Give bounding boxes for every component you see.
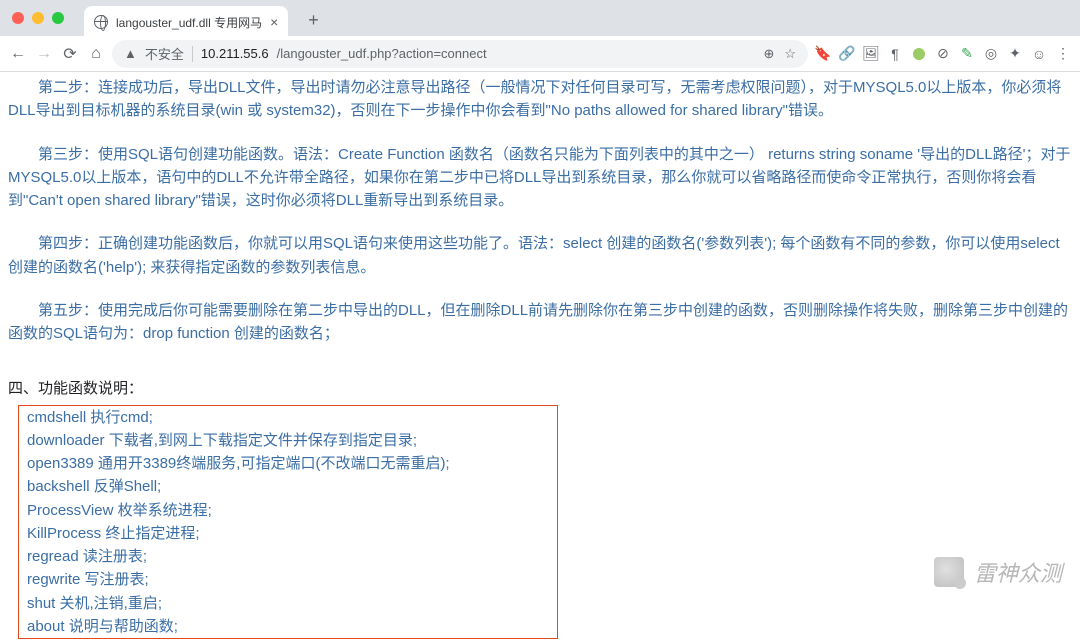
extension-image-icon[interactable]: 🖼 (862, 45, 880, 63)
extension-paragraph-icon[interactable]: ¶ (886, 45, 904, 63)
func-item: backshell 反弹Shell; (27, 475, 549, 498)
address-bar[interactable]: ▲ 不安全 10.211.55.6/langouster_udf.php?act… (112, 40, 808, 68)
back-button[interactable]: ← (8, 45, 28, 63)
warning-icon: ▲ (124, 46, 137, 61)
home-button[interactable]: ⌂ (86, 45, 106, 63)
func-item: downloader 下载者,到网上下载指定文件并保存到指定目录; (27, 429, 549, 452)
page-content: 第二步：连接成功后，导出DLL文件，导出时请勿必注意导出路径（一般情况下对任何目… (0, 72, 1080, 643)
func-item: ProcessView 枚举系统进程; (27, 499, 549, 522)
extensions-puzzle-icon[interactable]: ✦ (1006, 45, 1024, 63)
profile-avatar-icon[interactable]: ☺ (1030, 45, 1048, 63)
browser-toolbar: ← → ⟳ ⌂ ▲ 不安全 10.211.55.6/langouster_udf… (0, 36, 1080, 72)
url-host: 10.211.55.6 (201, 46, 269, 61)
browser-titlebar: langouster_udf.dll 专用网马 × + (0, 0, 1080, 36)
zoom-icon[interactable]: ⊕ (763, 46, 774, 62)
url-actions: ⊕ ☆ (763, 46, 796, 62)
extension-link-icon[interactable]: 🔗 (838, 45, 856, 63)
func-item: KillProcess 终止指定进程; (27, 522, 549, 545)
extensions-row: 🔖 🔗 🖼 ¶ ⊘ ✎ ◎ ✦ ☺ ⋮ (814, 45, 1072, 63)
section-4-title: 四、功能函数说明： (8, 377, 1072, 400)
window-controls (12, 12, 64, 24)
maximize-window-button[interactable] (52, 12, 64, 24)
bookmark-star-icon[interactable]: ☆ (784, 46, 796, 62)
minimize-window-button[interactable] (32, 12, 44, 24)
watermark-text: 雷神众测 (974, 556, 1062, 588)
forward-button[interactable]: → (34, 45, 54, 63)
extension-leaf-icon[interactable]: ✎ (958, 45, 976, 63)
browser-tab[interactable]: langouster_udf.dll 专用网马 × (84, 6, 288, 38)
close-window-button[interactable] (12, 12, 24, 24)
overflow-menu-icon[interactable]: ⋮ (1054, 45, 1072, 63)
close-tab-button[interactable]: × (270, 15, 278, 29)
step-3-text: 第三步：使用SQL语句创建功能函数。语法：Create Function 函数名… (8, 143, 1072, 213)
tab-title: langouster_udf.dll 专用网马 (116, 14, 262, 31)
globe-icon (94, 15, 108, 29)
function-list-box: cmdshell 执行cmd; downloader 下载者,到网上下载指定文件… (18, 405, 558, 640)
url-path: /langouster_udf.php?action=connect (277, 46, 487, 61)
url-separator (192, 46, 193, 62)
step-5-text: 第五步：使用完成后你可能需要删除在第二步中导出的DLL，但在删除DLL前请先删除… (8, 299, 1072, 346)
step-2-text: 第二步：连接成功后，导出DLL文件，导出时请勿必注意导出路径（一般情况下对任何目… (8, 76, 1072, 123)
insecure-label: 不安全 (145, 44, 184, 63)
extension-status-icon[interactable] (910, 45, 928, 63)
watermark-icon (934, 557, 964, 587)
func-item: open3389 通用开3389终端服务,可指定端口(不改端口无需重启); (27, 452, 549, 475)
watermark: 雷神众测 (934, 556, 1062, 588)
func-item: regwrite 写注册表; (27, 568, 549, 591)
reload-button[interactable]: ⟳ (60, 44, 80, 64)
func-item: cmdshell 执行cmd; (27, 406, 549, 429)
func-item: about 说明与帮助函数; (27, 615, 549, 638)
extension-circle-icon[interactable]: ◎ (982, 45, 1000, 63)
func-item: shut 关机,注销,重启; (27, 592, 549, 615)
func-item: regread 读注册表; (27, 545, 549, 568)
step-4-text: 第四步：正确创建功能函数后，你就可以用SQL语句来使用这些功能了。语法：sele… (8, 232, 1072, 279)
extension-block-icon[interactable]: ⊘ (934, 45, 952, 63)
extension-bookmark-icon[interactable]: 🔖 (814, 45, 832, 63)
new-tab-button[interactable]: + (308, 10, 319, 31)
